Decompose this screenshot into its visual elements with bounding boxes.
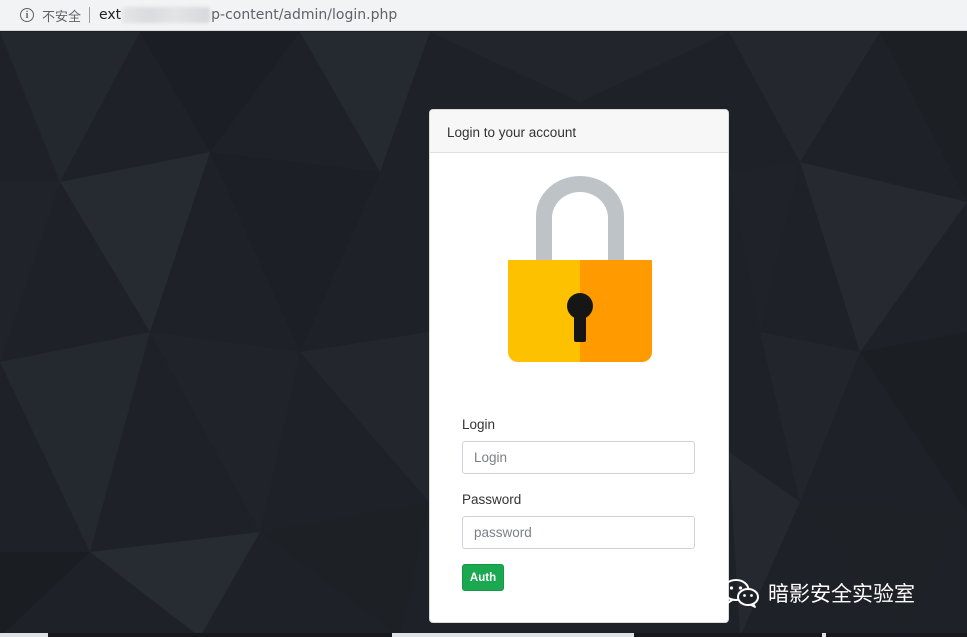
watermark: 暗影安全实验室 bbox=[722, 578, 915, 608]
login-card: Login to your account Login Password Aut… bbox=[429, 109, 729, 623]
url-redacted-blur bbox=[122, 7, 211, 23]
password-label: Password bbox=[462, 492, 522, 507]
url-host[interactable]: ext bbox=[99, 7, 121, 23]
info-icon[interactable]: i bbox=[20, 8, 34, 22]
card-header: Login to your account bbox=[430, 110, 728, 153]
address-bar[interactable]: i 不安全 ext p-content/admin/login.php bbox=[0, 0, 967, 31]
login-input[interactable] bbox=[462, 441, 695, 474]
auth-button[interactable]: Auth bbox=[462, 564, 504, 591]
wechat-icon bbox=[722, 579, 759, 608]
padlock-icon bbox=[506, 176, 654, 364]
password-input[interactable] bbox=[462, 516, 695, 549]
watermark-text: 暗影安全实验室 bbox=[768, 582, 915, 606]
url-path[interactable]: p-content/admin/login.php bbox=[211, 7, 397, 23]
login-label: Login bbox=[462, 417, 496, 432]
bottom-strip bbox=[0, 633, 967, 637]
url-separator bbox=[89, 7, 91, 23]
security-label[interactable]: 不安全 bbox=[42, 6, 81, 25]
